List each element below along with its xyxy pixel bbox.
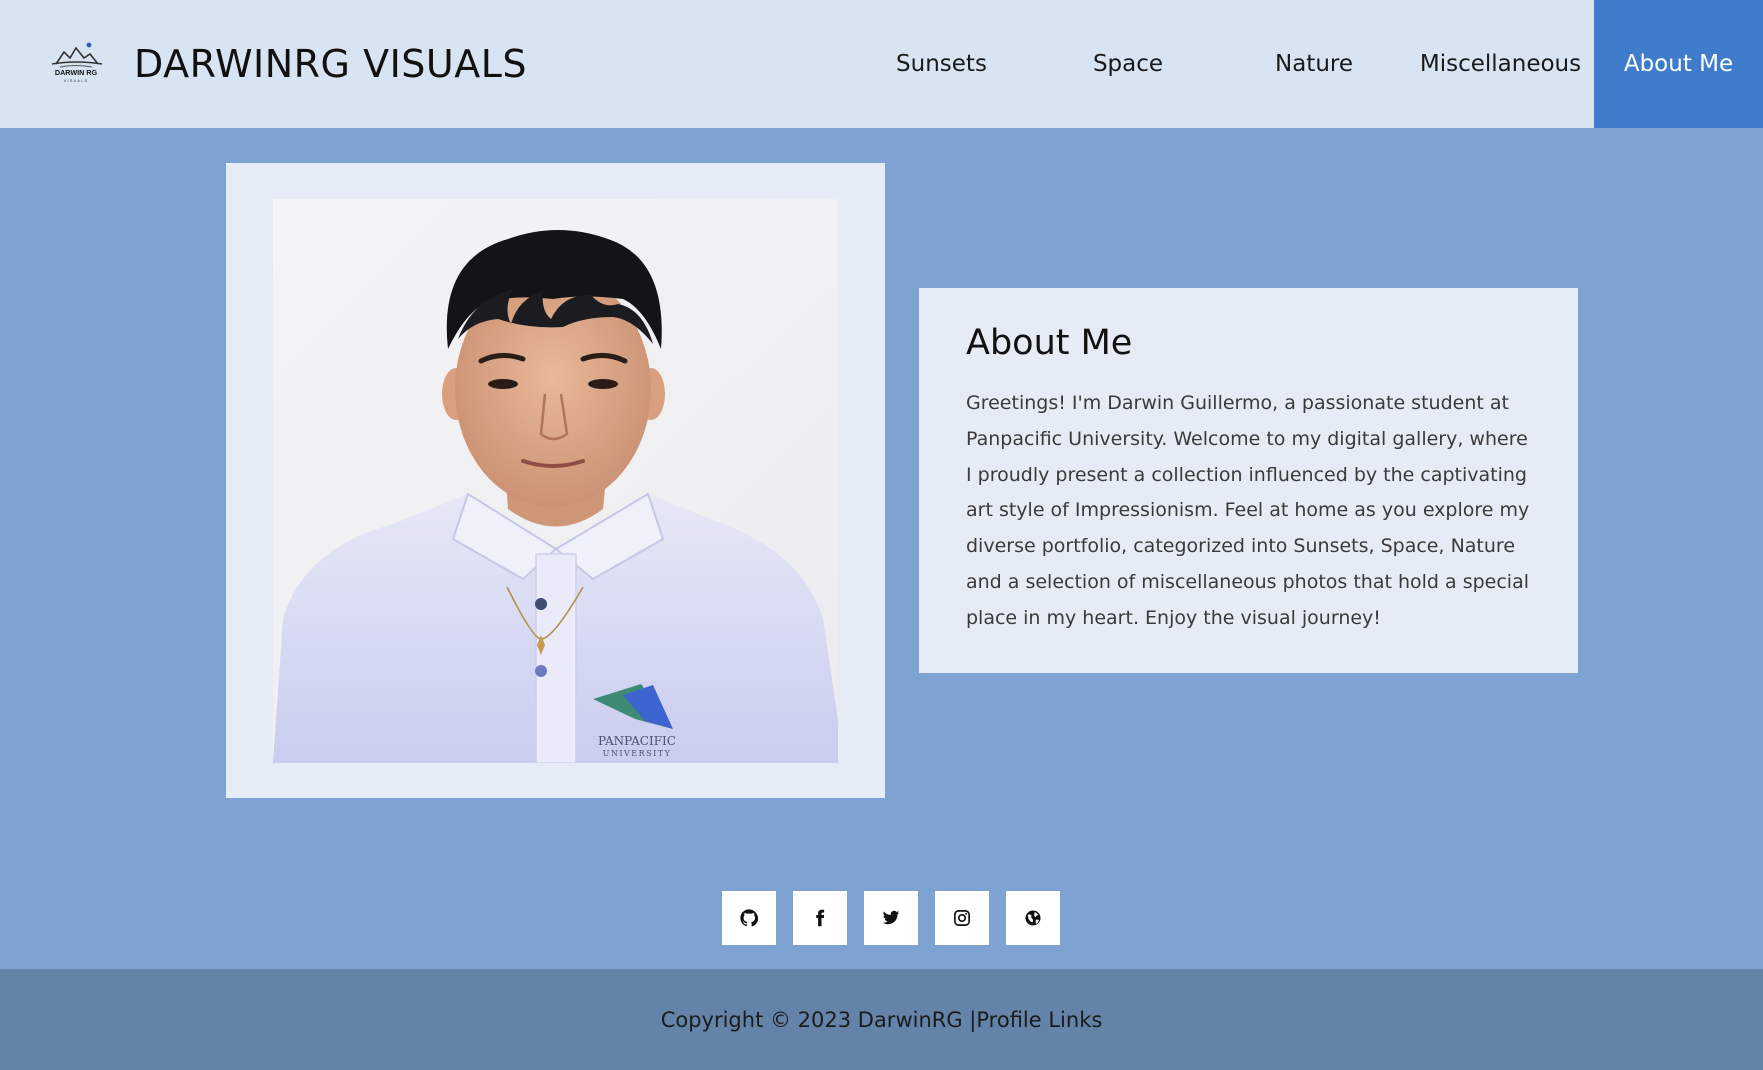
twitter-button[interactable] [864,891,918,945]
shirt-logo-text: PANPACIFIC [598,734,676,748]
site-footer: Copyright © 2023 DarwinRG | Profile Links [0,969,1763,1070]
shirt-logo-subtext: UNIVERSITY [603,749,672,758]
facebook-button[interactable] [793,891,847,945]
profile-photo-frame: PANPACIFIC UNIVERSITY [226,163,885,798]
darwinrg-logo-icon[interactable]: DARWIN RG VISUALS [46,40,106,84]
about-title: About Me [966,323,1133,363]
site-header: DARWIN RG VISUALS DARWINRG VISUALS Sunse… [0,0,1763,128]
nav-item-about-me[interactable]: About Me [1594,0,1763,128]
nav-item-sunsets[interactable]: Sunsets [848,0,1035,128]
instagram-button[interactable] [935,891,989,945]
site-brand-title[interactable]: DARWINRG VISUALS [134,40,527,88]
instagram-icon [954,910,970,926]
profile-links-link[interactable]: Profile Links [976,1008,1102,1032]
nav-item-miscellaneous[interactable]: Miscellaneous [1407,0,1594,128]
twitter-icon [882,910,900,925]
logo-text: DARWIN RG [55,68,98,77]
logo-subtext: VISUALS [64,79,88,83]
footer-copyright: Copyright © 2023 DarwinRG | [660,1007,977,1032]
github-icon [740,909,758,927]
github-button[interactable] [722,891,776,945]
globe-button[interactable] [1006,891,1060,945]
facebook-icon [816,909,825,927]
about-description: Greetings! I'm Darwin Guillermo, a passi… [966,392,1530,629]
about-card: About Me Greetings! I'm Darwin Guillermo… [919,288,1578,673]
globe-icon [1025,910,1041,926]
nav-item-space[interactable]: Space [1035,0,1221,128]
nav-item-nature[interactable]: Nature [1221,0,1407,128]
profile-photo-image: PANPACIFIC UNIVERSITY [273,199,838,763]
profile-photo: PANPACIFIC UNIVERSITY [273,199,838,763]
social-links [722,891,1060,945]
